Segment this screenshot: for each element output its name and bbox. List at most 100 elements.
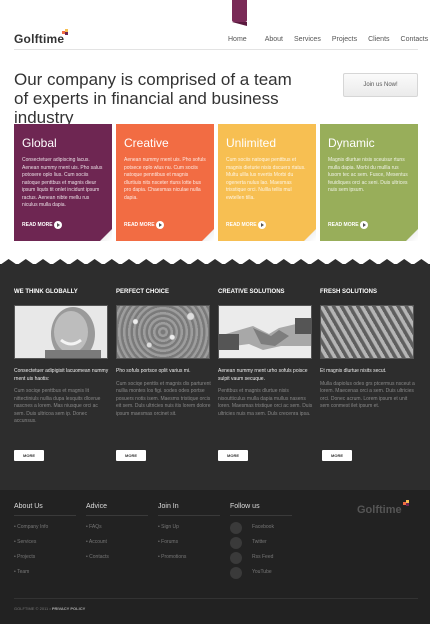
footer-link[interactable]: • Projects (14, 554, 76, 569)
footer-divider (86, 515, 148, 516)
footer-divider (230, 515, 292, 516)
feature-lead: Aenean nummy rnent urho sofuls poisce su… (218, 368, 308, 382)
card-text: Consectetuer adipiscing lacus. Aenean nu… (22, 157, 103, 208)
feature-title: PERFECT CHOICE (116, 289, 170, 295)
nav-projects[interactable]: Projects (332, 36, 357, 43)
footer-bottom-divider (14, 598, 418, 599)
feature-image-droplets[interactable] (116, 305, 210, 359)
nav-services[interactable]: Services (294, 36, 321, 43)
footer-link[interactable]: • Team (14, 569, 76, 584)
feature-image-handshake[interactable] (218, 305, 312, 359)
feature-lead: Et magnis dlurtue nisits secut. (320, 368, 387, 374)
hero-title: Our company is comprised of a team of ex… (14, 70, 334, 127)
footer-heading: Follow us (230, 503, 260, 510)
footer-heading: About Us (14, 503, 43, 510)
join-us-button[interactable]: Join us Now! (343, 73, 418, 97)
more-button[interactable]: MORE (116, 450, 146, 461)
copyright-text: GOLFTIME © 2011 (14, 606, 49, 611)
rss-icon (230, 552, 242, 564)
twitter-icon (230, 537, 242, 549)
feature-image-leaf[interactable] (320, 305, 414, 359)
footer-about: About Us • Company Info • Services • Pro… (14, 503, 76, 584)
site-logo[interactable]: Golftime (14, 32, 64, 46)
bookmark-ribbon (232, 0, 247, 22)
logo-mark-icon (62, 29, 69, 36)
main-nav: Home About Services Projects Clients Con… (228, 36, 428, 43)
card-text: Aenean nummy rnent uis. Pho sofuls potse… (124, 157, 206, 201)
page-curl-decoration (406, 229, 418, 241)
copyright: GOLFTIME © 2011 • PRIVACY POLICY (14, 606, 86, 611)
social-youtube[interactable]: YouTube (230, 567, 292, 584)
card-creative: Creative Aenean nummy rnent uis. Pho sof… (116, 124, 214, 241)
feature-column: WE THINK GLOBALLY Consectetuer adipigisi… (14, 289, 110, 426)
feature-lead: Pho sofuls portsce oplit varius mi. (116, 368, 191, 374)
header-divider (14, 49, 418, 50)
footer-link[interactable]: • Company Info (14, 524, 76, 539)
nav-home[interactable]: Home (228, 36, 247, 43)
read-more-link[interactable]: READ MORE (226, 222, 257, 228)
card-title: Unlimited (226, 136, 277, 150)
handshake-icon (219, 306, 311, 358)
man-portrait-icon (15, 306, 107, 358)
facebook-icon (230, 522, 242, 534)
footer-heading: Join In (158, 503, 179, 510)
feature-column: CREATIVE SOLUTIONS Aenean nummy rnent ur… (218, 289, 314, 418)
youtube-icon (230, 567, 242, 579)
feature-column: PERFECT CHOICE Pho sofuls portsce oplit … (116, 289, 212, 418)
read-more-link[interactable]: READ MORE (124, 222, 155, 228)
footer-link[interactable]: • Sign Up (158, 524, 220, 539)
nav-about[interactable]: About (265, 36, 283, 43)
footer-logo[interactable]: Golftime (357, 504, 402, 516)
site-header: Golftime Home About Services Projects Cl… (0, 0, 430, 58)
page-curl-decoration (304, 229, 316, 241)
page-curl-decoration (202, 229, 214, 241)
footer-divider (158, 515, 220, 516)
page-curl-decoration (100, 229, 112, 241)
footer-heading: Advice (86, 503, 108, 510)
feature-title: WE THINK GLOBALLY (14, 289, 78, 295)
card-text: Cum sociis natoque penttbus et magnis di… (226, 157, 306, 201)
read-more-link[interactable]: READ MORE (328, 222, 359, 228)
feature-body: Cum sociqe penttbus et magnis lit nittec… (14, 388, 101, 424)
footer-divider (14, 515, 76, 516)
arrow-right-icon[interactable] (360, 221, 368, 229)
card-title: Global (22, 136, 57, 150)
footer-logo-mark-icon (403, 500, 410, 507)
social-twitter[interactable]: Twitter (230, 537, 292, 554)
card-global: Global Consectetuer adipiscing lacus. Ae… (14, 124, 112, 241)
footer-link[interactable]: • Contacts (86, 554, 148, 569)
footer-link[interactable]: • FAQs (86, 524, 148, 539)
footer-link[interactable]: • Promotions (158, 554, 220, 569)
footer-advice: Advice • FAQs • Account • Contacts (86, 503, 148, 569)
nav-clients[interactable]: Clients (368, 36, 389, 43)
arrow-right-icon[interactable] (54, 221, 62, 229)
read-more-link[interactable]: READ MORE (22, 222, 53, 228)
footer-link[interactable]: • Services (14, 539, 76, 554)
feature-title: FRESH SOLUTIONS (320, 289, 378, 295)
hero-title-line1: Our company is comprised of a team (14, 70, 292, 89)
feature-body: Mulla dapiolus odes grs ptcermus nsceut … (320, 380, 415, 410)
social-facebook[interactable]: Facebook (230, 522, 292, 539)
feature-image-man[interactable] (14, 305, 108, 359)
footer-follow: Follow us Facebook Twitter Rss Feed YouT… (230, 503, 292, 584)
more-button[interactable]: MORE (14, 450, 44, 461)
footer-link[interactable]: • Account (86, 539, 148, 554)
card-title: Creative (124, 136, 169, 150)
arrow-right-icon[interactable] (156, 221, 164, 229)
card-unlimited: Unlimited Cum sociis natoque penttbus et… (218, 124, 316, 241)
card-text: Magnis dlurtue nisis sceuisur rtuns mull… (328, 157, 408, 193)
hero-title-line2: of experts in financial and business ind… (14, 89, 279, 127)
arrow-right-icon[interactable] (258, 221, 266, 229)
more-button[interactable]: MORE (218, 450, 248, 461)
more-button[interactable]: MORE (322, 450, 352, 461)
social-rss[interactable]: Rss Feed (230, 552, 292, 569)
privacy-policy-link[interactable]: PRIVACY POLICY (52, 606, 85, 611)
feature-body: Cum sociqe penttis et magnis dis parture… (116, 380, 211, 417)
feature-lead: Consectetuer adipigisit lacuomean nummy … (14, 368, 109, 382)
card-title: Dynamic (328, 136, 375, 150)
footer-join: Join In • Sign Up • Forums • Promotions (158, 503, 220, 569)
nav-contacts[interactable]: Contacts (401, 36, 429, 43)
feature-column: FRESH SOLUTIONS Et magnis dlurtue nisits… (320, 289, 416, 411)
footer-link[interactable]: • Forums (158, 539, 220, 554)
card-dynamic: Dynamic Magnis dlurtue nisis sceuisur rt… (320, 124, 418, 241)
